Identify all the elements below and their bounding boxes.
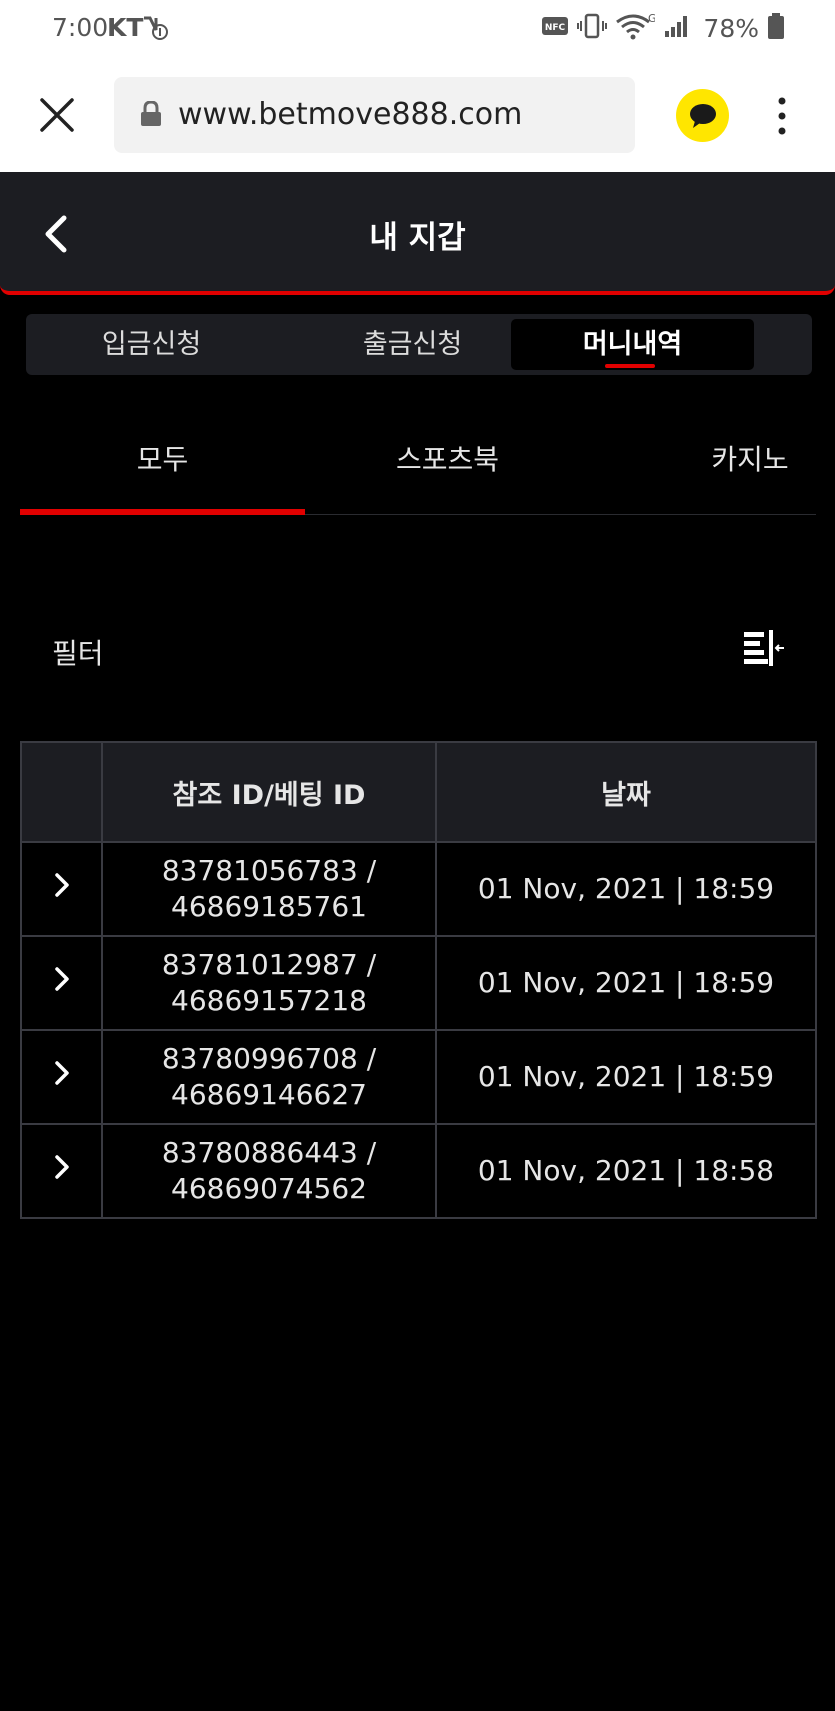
subtab-label: 카지노 [711, 443, 789, 476]
ref-id-column-header: 참조 ID/베팅 ID [101, 741, 437, 843]
subtab-casino[interactable]: 카지노 [620, 438, 835, 478]
status-time: 7:00 [52, 13, 109, 42]
table-header-row: 참조 ID/베팅 ID 날짜 [20, 741, 817, 843]
svg-text:NFC: NFC [545, 23, 566, 33]
kakao-talk-icon [690, 104, 716, 128]
wallet-tabs: 입금신청 출금신청 머니내역 [26, 314, 812, 375]
page-title: 내 지갑 [369, 220, 466, 256]
money-history-table: 참조 ID/베팅 ID 날짜 83781056783 / 46869185761… [20, 741, 817, 1219]
table-row[interactable]: 83781056783 / 46869185761 01 Nov, 2021 |… [20, 841, 817, 937]
browser-toolbar: www.betmove888.com [0, 58, 835, 172]
table-row[interactable]: 83780996708 / 46869146627 01 Nov, 2021 |… [20, 1029, 817, 1125]
app-header: 내 지갑 [0, 172, 835, 295]
ref-id: 83781012987 / [161, 948, 377, 981]
expand-row-button[interactable] [20, 841, 103, 937]
url-text: www.betmove888.com [178, 97, 523, 132]
chevron-right-icon [54, 1060, 69, 1085]
date-cell: 01 Nov, 2021 | 18:59 [435, 935, 817, 1031]
expand-row-button[interactable] [20, 1029, 103, 1125]
kakao-talk-button[interactable] [676, 89, 729, 142]
date-cell: 01 Nov, 2021 | 18:59 [435, 1029, 817, 1125]
date-column-header: 날짜 [435, 741, 817, 843]
subtab-all[interactable]: 모두 [20, 438, 305, 478]
bet-id: 46869146627 [171, 1078, 367, 1111]
signal-icon [663, 13, 691, 43]
bet-id: 46869185761 [171, 890, 367, 923]
filter-list-icon[interactable] [742, 630, 784, 666]
chevron-right-icon [54, 1154, 69, 1179]
nfc-icon: NFC [541, 15, 569, 41]
lock-icon [140, 100, 162, 131]
ref-bet-id-cell: 83781012987 / 46869157218 [101, 935, 437, 1031]
ref-bet-id-cell: 83780886443 / 46869074562 [101, 1123, 437, 1219]
table-row[interactable]: 83781012987 / 46869157218 01 Nov, 2021 |… [20, 935, 817, 1031]
address-bar[interactable]: www.betmove888.com [114, 77, 635, 153]
tab-money-history[interactable]: 머니내역 [511, 319, 754, 370]
status-carrier: KT [107, 13, 144, 42]
table-row[interactable]: 83780886443 / 46869074562 01 Nov, 2021 |… [20, 1123, 817, 1219]
tab-label: 머니내역 [582, 329, 683, 360]
history-category-tabs: 모두 스포츠북 카지노 [20, 420, 816, 516]
active-subtab-indicator [20, 509, 305, 515]
ref-bet-id-cell: 83781056783 / 46869185761 [101, 841, 437, 937]
ref-id: 83780886443 / [161, 1136, 377, 1169]
status-bar: 7:00 KT NFC G 78% [0, 0, 835, 58]
vibrate-icon [577, 13, 608, 43]
expand-row-button[interactable] [20, 935, 103, 1031]
close-icon[interactable] [38, 96, 76, 134]
bet-id: 46869157218 [171, 984, 367, 1017]
battery-icon [767, 12, 785, 44]
svg-text:G: G [648, 12, 655, 25]
tab-label: 출금신청 [362, 329, 463, 360]
battery-percent: 78% [703, 13, 759, 43]
ref-id: 83781056783 / [161, 854, 377, 887]
subtab-label: 스포츠북 [395, 443, 500, 476]
date-cell: 01 Nov, 2021 | 18:59 [435, 841, 817, 937]
expand-row-button[interactable] [20, 1123, 103, 1219]
status-icons: NFC G 78% [541, 12, 785, 44]
subtab-sportsbook[interactable]: 스포츠북 [305, 438, 590, 478]
more-vert-icon[interactable] [770, 96, 794, 136]
chevron-right-icon [54, 872, 69, 897]
carrier-network-icon [142, 14, 168, 46]
bet-id: 46869074562 [171, 1172, 367, 1205]
chevron-right-icon [54, 966, 69, 991]
wifi-icon: G [615, 12, 657, 44]
filter-label: 필터 [52, 637, 104, 670]
ref-bet-id-cell: 83780996708 / 46869146627 [101, 1029, 437, 1125]
tab-label: 입금신청 [101, 329, 202, 360]
date-cell: 01 Nov, 2021 | 18:58 [435, 1123, 817, 1219]
subtab-label: 모두 [136, 443, 189, 476]
active-tab-indicator [605, 364, 655, 368]
expand-column-header [20, 741, 103, 843]
tab-withdrawal-request[interactable]: 출금신청 [291, 319, 534, 370]
tab-deposit-request[interactable]: 입금신청 [30, 319, 273, 370]
ref-id: 83780996708 / [161, 1042, 377, 1075]
